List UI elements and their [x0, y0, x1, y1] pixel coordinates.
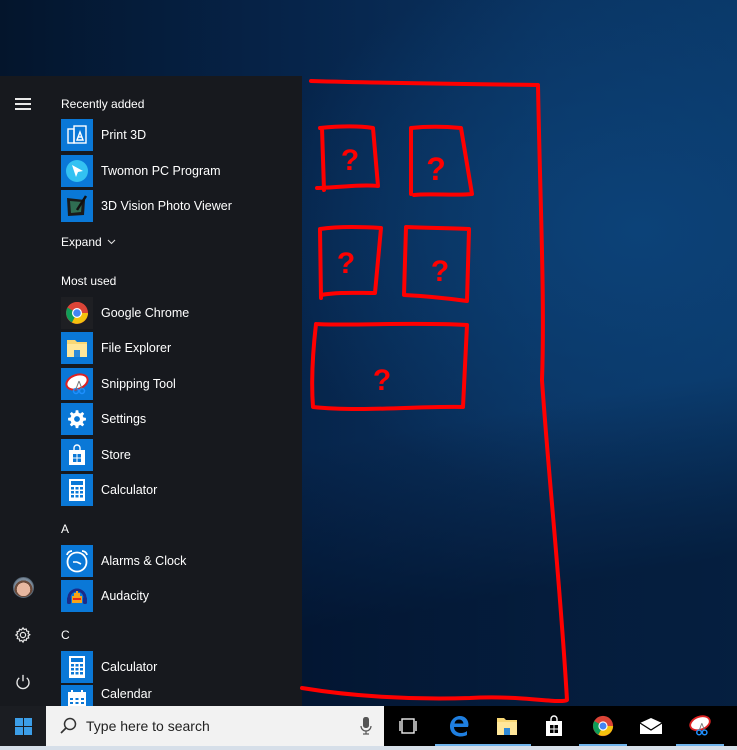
chrome-icon	[592, 715, 614, 737]
print-3d-icon	[61, 119, 93, 151]
store-icon	[61, 439, 93, 471]
hamburger-icon	[15, 95, 31, 113]
taskbar-edge[interactable]	[435, 706, 483, 746]
taskbar-bottom-edge	[0, 746, 737, 750]
start-button[interactable]	[0, 706, 46, 746]
mail-icon	[639, 718, 663, 734]
start-menu: Recently added Print 3D Twomon PC Progra…	[0, 76, 302, 706]
power-icon	[16, 674, 30, 690]
app-item-alarms-clock[interactable]: Alarms & Clock	[61, 544, 291, 578]
expand-button[interactable]: Expand	[61, 235, 116, 249]
recently-added-header: Recently added	[61, 97, 145, 111]
taskbar-file-explorer[interactable]	[483, 706, 531, 746]
app-item-calculator-c[interactable]: Calculator	[61, 650, 291, 684]
most-used-header: Most used	[61, 274, 117, 288]
file-explorer-icon	[497, 718, 517, 735]
task-view-button[interactable]	[384, 706, 432, 746]
expand-menu-button[interactable]	[0, 84, 46, 124]
twomon-icon	[61, 155, 93, 187]
taskbar: Type here to search	[0, 706, 737, 746]
edge-icon	[450, 716, 469, 737]
app-label: Twomon PC Program	[101, 164, 221, 178]
app-label: Snipping Tool	[101, 377, 176, 391]
search-placeholder: Type here to search	[86, 718, 210, 734]
gear-icon	[61, 403, 93, 435]
taskbar-chrome[interactable]	[579, 706, 627, 746]
app-label: 3D Vision Photo Viewer	[101, 199, 232, 213]
app-label: Calculator	[101, 483, 158, 497]
group-letter-a[interactable]: A	[61, 521, 69, 537]
app-label: Audacity	[101, 589, 149, 603]
app-label: Calendar	[101, 687, 152, 701]
user-avatar	[12, 576, 34, 598]
calendar-icon	[61, 685, 93, 706]
gear-icon	[14, 626, 31, 644]
snipping-tool-icon	[61, 368, 93, 400]
chevron-down-icon	[107, 239, 116, 245]
taskbar-search-box[interactable]: Type here to search	[46, 706, 384, 746]
app-item-google-chrome[interactable]: Google Chrome	[61, 296, 291, 330]
app-label: File Explorer	[101, 341, 172, 355]
app-label: Print 3D	[101, 128, 147, 142]
settings-button[interactable]	[0, 615, 46, 655]
power-button[interactable]	[0, 662, 46, 702]
app-item-3d-vision[interactable]: 3D Vision Photo Viewer	[61, 189, 291, 223]
alarm-clock-icon	[61, 545, 93, 577]
app-item-snipping-tool[interactable]: Snipping Tool	[61, 367, 291, 401]
user-account-button[interactable]	[0, 567, 46, 607]
snipping-tool-icon	[689, 715, 711, 736]
app-item-audacity[interactable]: Audacity	[61, 579, 291, 613]
file-explorer-icon	[61, 332, 93, 364]
app-label: Google Chrome	[101, 306, 190, 320]
app-label: Settings	[101, 412, 147, 426]
app-item-store[interactable]: Store	[61, 438, 291, 472]
chrome-icon	[61, 297, 93, 329]
app-label: Store	[101, 448, 131, 462]
3d-vision-icon	[61, 190, 93, 222]
expand-label: Expand	[61, 235, 102, 249]
app-item-print-3d[interactable]: Print 3D	[61, 118, 291, 152]
app-label: Calculator	[101, 660, 158, 674]
calculator-icon	[61, 651, 93, 683]
group-letter-c[interactable]: C	[61, 627, 70, 643]
app-item-file-explorer[interactable]: File Explorer	[61, 331, 291, 365]
search-icon	[60, 717, 77, 734]
app-item-calculator[interactable]: Calculator	[61, 473, 291, 507]
audacity-icon	[61, 580, 93, 612]
store-icon	[546, 715, 562, 736]
taskbar-snipping-tool[interactable]	[676, 706, 724, 746]
windows-logo-icon	[14, 717, 32, 735]
taskbar-mail[interactable]	[627, 706, 675, 746]
taskbar-store[interactable]	[530, 706, 578, 746]
task-view-icon	[399, 718, 417, 734]
app-label: Alarms & Clock	[101, 554, 187, 568]
start-menu-rail	[0, 76, 46, 706]
app-item-settings[interactable]: Settings	[61, 402, 291, 436]
app-item-calendar[interactable]: Calendar	[61, 685, 291, 706]
microphone-icon[interactable]	[360, 716, 372, 736]
app-item-twomon[interactable]: Twomon PC Program	[61, 154, 291, 188]
calculator-icon	[61, 474, 93, 506]
